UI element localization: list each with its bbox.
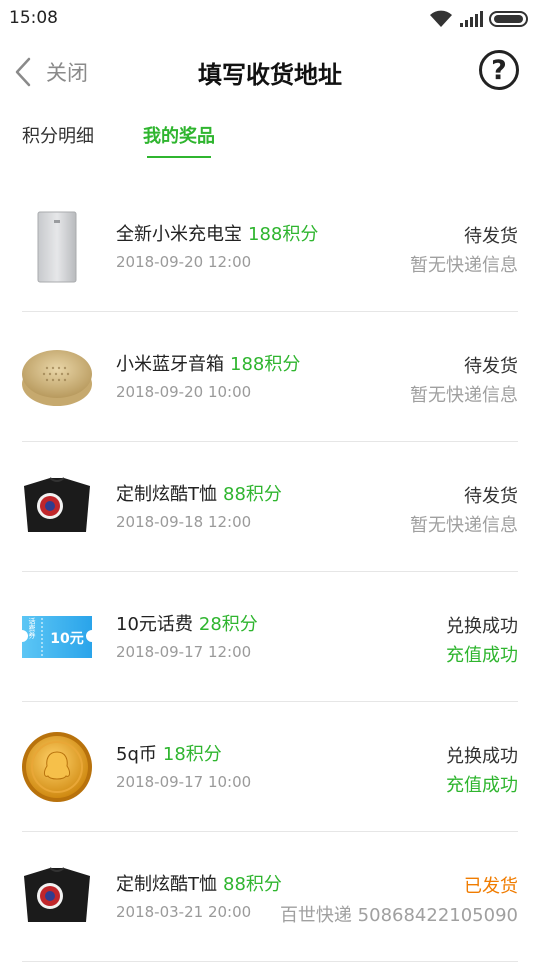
speaker-icon — [20, 340, 94, 414]
battery-icon — [489, 11, 528, 27]
tshirt-icon — [20, 470, 94, 544]
q-coin-icon — [20, 730, 94, 804]
list-item[interactable]: 5q币 18积分 2018-09-17 10:00 兑换成功 充值成功 — [0, 702, 540, 832]
nav-bar: 关闭 填写收货地址 ? — [0, 36, 540, 108]
signal-icon — [460, 11, 483, 27]
prize-list: 全新小米充电宝 188积分 2018-09-20 12:00 待发货 暂无快递信息 — [0, 182, 540, 962]
power-bank-icon — [20, 210, 94, 284]
status-time: 15:08 — [9, 8, 58, 28]
status-bar: 15:08 — [0, 0, 540, 36]
delivery-info: 暂无快递信息 — [410, 385, 518, 406]
list-item[interactable]: 全新小米充电宝 188积分 2018-09-20 12:00 待发货 暂无快递信息 — [0, 182, 540, 312]
tab-my-prizes[interactable]: 我的奖品 — [143, 122, 215, 158]
order-status: 兑换成功 — [446, 746, 518, 767]
item-date: 2018-09-18 12:00 — [116, 513, 252, 531]
tab-points-detail[interactable]: 积分明细 — [22, 122, 94, 148]
item-points: 88积分 — [223, 874, 282, 895]
tshirt-icon — [20, 860, 94, 934]
item-name-line: 小米蓝牙音箱 188积分 — [116, 350, 300, 376]
item-points: 188积分 — [248, 224, 319, 245]
item-points: 88积分 — [223, 484, 282, 505]
tab-label: 我的奖品 — [143, 126, 215, 147]
item-name: 定制炫酷T恤 — [116, 484, 217, 505]
item-name: 定制炫酷T恤 — [116, 874, 217, 895]
order-status: 兑换成功 — [446, 616, 518, 637]
item-name-line: 定制炫酷T恤 88积分 — [116, 870, 282, 896]
item-name: 10元话费 — [116, 614, 193, 635]
item-points: 28积分 — [198, 614, 258, 635]
item-name-line: 5q币 18积分 — [116, 740, 222, 766]
coupon-value: 10元 — [50, 631, 83, 647]
phone-credit-coupon-icon: 话费券 10元 — [20, 600, 94, 674]
item-name: 全新小米充电宝 — [116, 224, 242, 245]
delivery-info: 暂无快递信息 — [410, 515, 518, 536]
help-icon: ? — [491, 54, 507, 86]
recharge-info: 充值成功 — [446, 645, 518, 666]
list-item[interactable]: 小米蓝牙音箱 188积分 2018-09-20 10:00 待发货 暂无快递信息 — [0, 312, 540, 442]
item-date: 2018-09-17 10:00 — [116, 773, 252, 791]
item-name-line: 10元话费 28积分 — [116, 610, 258, 636]
tab-label: 积分明细 — [22, 126, 94, 147]
wifi-icon — [430, 10, 452, 27]
list-item[interactable]: 定制炫酷T恤 88积分 2018-03-21 20:00 已发货 百世快递 508… — [0, 832, 540, 962]
tab-bar: 积分明细 我的奖品 — [0, 108, 540, 158]
order-status: 已发货 — [464, 876, 518, 897]
order-status: 待发货 — [464, 226, 518, 247]
item-date: 2018-09-17 12:00 — [116, 643, 252, 661]
item-date: 2018-09-20 10:00 — [116, 383, 252, 401]
status-icons — [429, 10, 531, 28]
item-name: 小米蓝牙音箱 — [116, 354, 224, 375]
page-title: 填写收货地址 — [198, 61, 342, 89]
item-name-line: 定制炫酷T恤 88积分 — [116, 480, 282, 506]
list-item[interactable]: 话费券 10元 10元话费 28积分 2018-09-17 12:00 兑换成功 … — [0, 572, 540, 702]
order-status: 待发货 — [464, 486, 518, 507]
item-points: 18积分 — [162, 744, 222, 765]
tracking-info: 百世快递 50868422105090 — [279, 905, 518, 926]
item-name-line: 全新小米充电宝 188积分 — [116, 220, 318, 246]
item-name: 5q币 — [116, 744, 157, 765]
order-status: 待发货 — [464, 356, 518, 377]
recharge-info: 充值成功 — [446, 775, 518, 796]
item-points: 188积分 — [230, 354, 301, 375]
list-item[interactable]: 定制炫酷T恤 88积分 2018-09-18 12:00 待发货 暂无快递信息 — [0, 442, 540, 572]
item-date: 2018-03-21 20:00 — [116, 903, 252, 921]
help-button[interactable]: ? — [479, 50, 519, 90]
active-tab-indicator — [147, 156, 211, 158]
delivery-info: 暂无快递信息 — [410, 255, 518, 276]
item-date: 2018-09-20 12:00 — [116, 253, 252, 271]
coupon-label: 话费券 — [28, 617, 36, 640]
